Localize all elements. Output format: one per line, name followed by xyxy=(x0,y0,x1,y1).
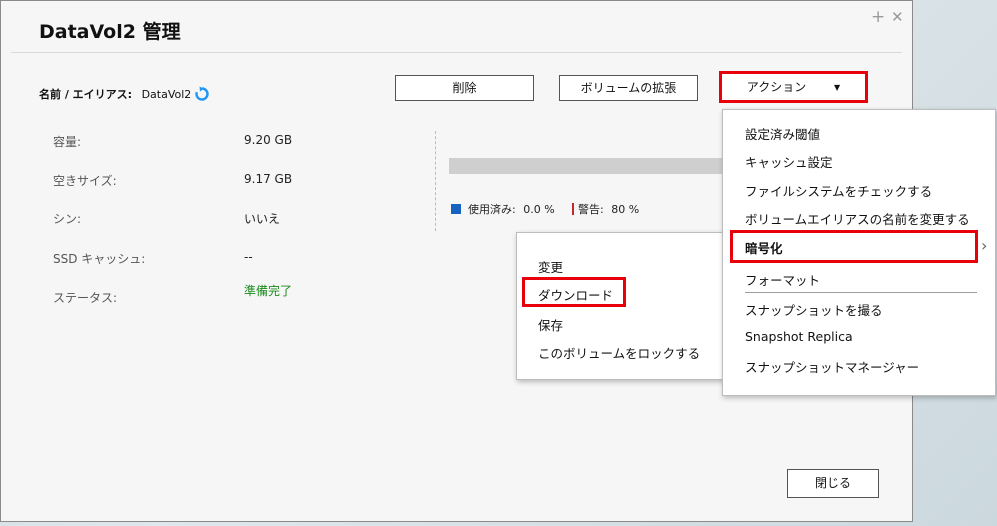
capacity-value: 9.20 GB xyxy=(244,133,293,147)
warning-label: 警告: xyxy=(578,203,604,216)
usage-bar xyxy=(449,158,729,174)
free-size-value: 9.17 GB xyxy=(244,172,293,186)
close-icon[interactable]: ✕ xyxy=(891,7,904,27)
action-menu: 設定済み閾値 キャッシュ設定 ファイルシステムをチェックする ボリュームエイリア… xyxy=(722,109,996,396)
used-legend: 使用済み: 0.0 % xyxy=(451,201,555,217)
warning-swatch-icon xyxy=(572,203,574,215)
used-value: 0.0 % xyxy=(523,203,555,216)
extend-volume-button[interactable]: ボリュームの拡張 xyxy=(559,75,698,101)
plus-icon[interactable]: + xyxy=(871,7,885,27)
free-size-label: 空きサイズ: xyxy=(53,174,117,188)
status-label: ステータス: xyxy=(53,291,118,305)
menu-item-save[interactable]: 保存 xyxy=(538,315,563,334)
menu-item-check-filesystem[interactable]: ファイルシステムをチェックする xyxy=(745,181,932,200)
ssd-cache-value: -- xyxy=(244,250,253,264)
menu-item-snapshot-replica[interactable]: Snapshot Replica xyxy=(745,329,853,344)
capacity-label: 容量: xyxy=(53,135,82,149)
caret-down-icon: ▼ xyxy=(834,83,841,92)
ssd-cache-label: SSD キャッシュ: xyxy=(53,252,146,266)
menu-item-take-snapshot[interactable]: スナップショットを撮る xyxy=(745,300,883,319)
window-title: DataVol2 管理 xyxy=(39,21,181,43)
thin-label: シン: xyxy=(53,212,82,226)
name-alias-label: 名前 / エイリアス: xyxy=(39,88,133,101)
used-label: 使用済み: xyxy=(468,203,516,216)
status-value: 準備完了 xyxy=(244,284,293,298)
thin-value: いいえ xyxy=(244,212,281,226)
refresh-icon[interactable] xyxy=(194,86,210,102)
menu-item-cache-settings[interactable]: キャッシュ設定 xyxy=(745,152,833,171)
menu-item-thresholds[interactable]: 設定済み閾値 xyxy=(745,124,820,143)
used-swatch-icon xyxy=(451,204,461,214)
menu-item-rename-alias[interactable]: ボリュームエイリアスの名前を変更する xyxy=(745,209,970,228)
title-divider xyxy=(11,52,902,53)
close-button[interactable]: 閉じる xyxy=(787,469,879,498)
menu-item-download[interactable]: ダウンロード xyxy=(538,285,613,304)
menu-item-change[interactable]: 変更 xyxy=(538,257,563,276)
menu-item-lock-volume[interactable]: このボリュームをロックする xyxy=(538,343,700,362)
action-button-label: アクション xyxy=(746,80,807,94)
menu-item-format[interactable]: フォーマット xyxy=(745,270,820,289)
warning-legend: 警告: 80 % xyxy=(572,201,639,217)
download-context-menu: 変更 ダウンロード 保存 このボリュームをロックする xyxy=(516,232,730,380)
chevron-right-icon: › xyxy=(981,236,988,255)
name-alias-value: DataVol2 xyxy=(141,88,192,101)
menu-divider xyxy=(745,292,977,293)
name-alias-row: 名前 / エイリアス: DataVol2 xyxy=(39,86,191,102)
warning-value: 80 % xyxy=(611,203,640,216)
action-button[interactable]: アクション ▼ xyxy=(721,73,866,101)
menu-item-encryption[interactable]: 暗号化 xyxy=(745,238,783,257)
menu-item-snapshot-manager[interactable]: スナップショットマネージャー xyxy=(745,357,919,376)
info-divider xyxy=(435,131,436,231)
delete-button[interactable]: 削除 xyxy=(395,75,534,101)
